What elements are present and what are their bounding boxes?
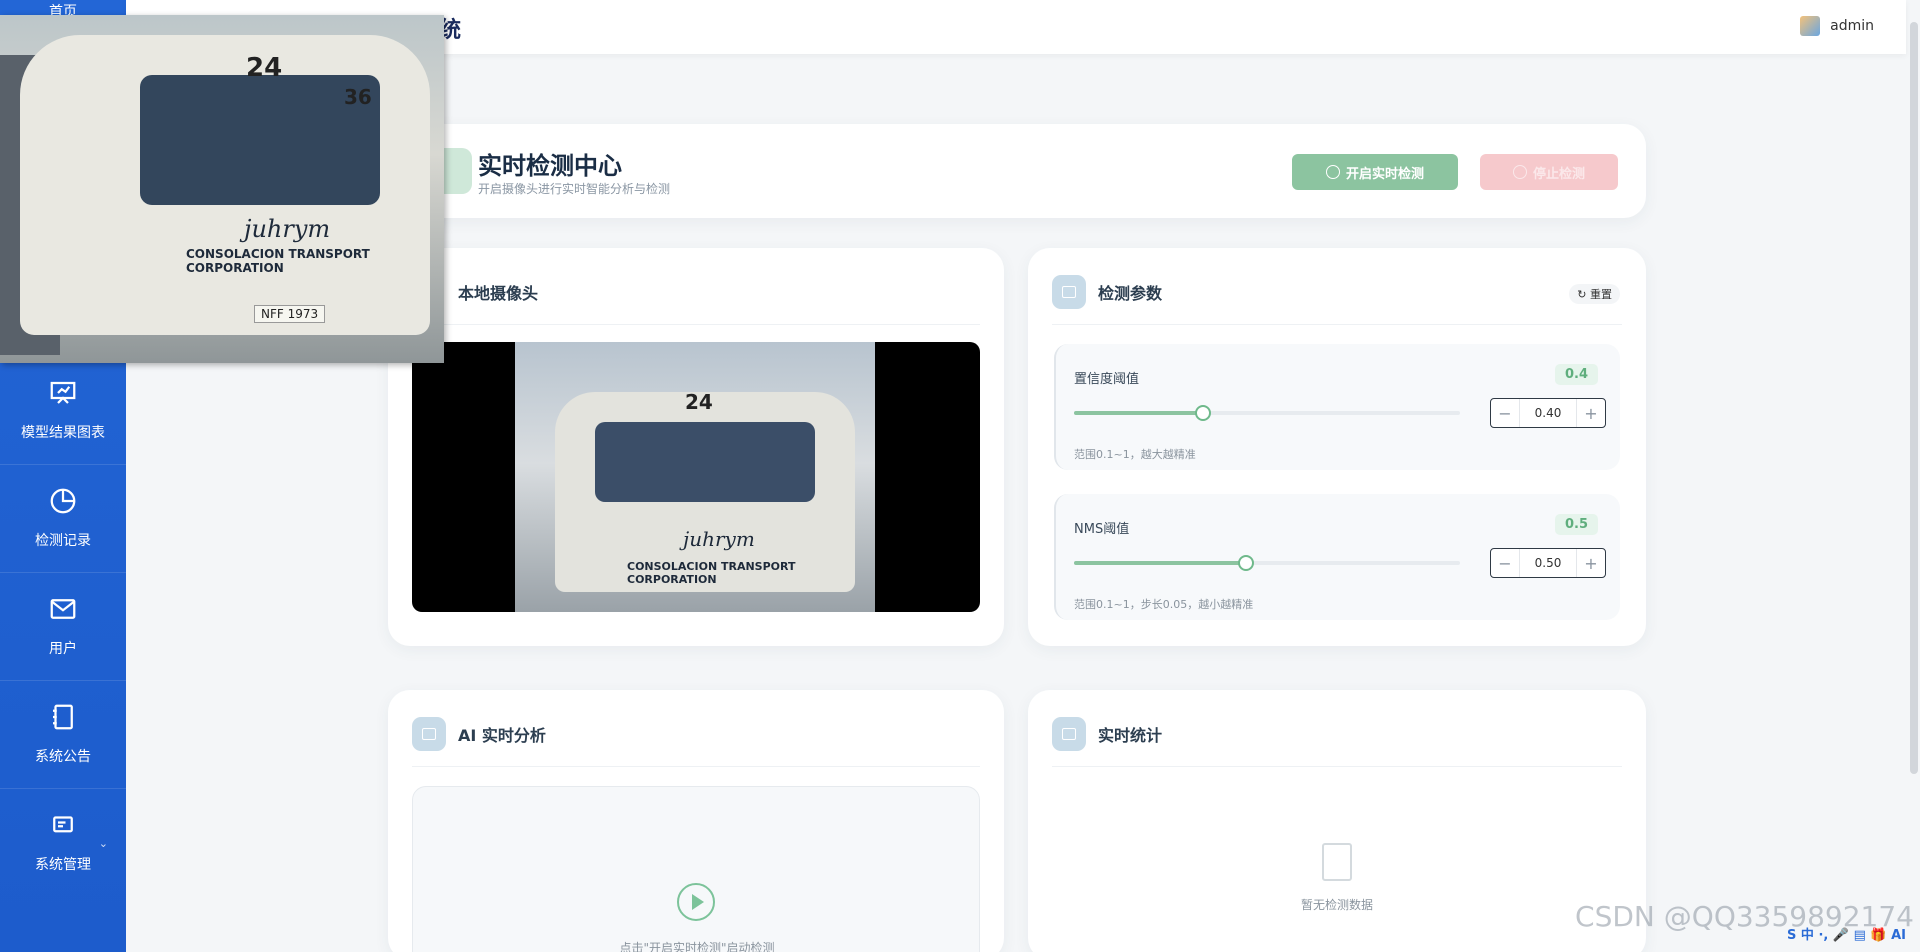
bus-number: 24 [685,390,713,414]
chat-icon [1052,717,1086,751]
sidebar-item-users[interactable]: 用户 [0,572,126,679]
sidebar-item-label: 系统管理 [35,857,91,873]
param-value-badge: 0.4 [1554,364,1598,385]
detection-params-card: 检测参数 ↻ 重置 置信度阈值 0.4 − 0.40 + 范围0.1~1，越大越… [1028,248,1646,646]
confidence-slider[interactable] [1074,405,1460,421]
param-label: 置信度阈值 [1074,372,1140,387]
minus-button[interactable]: − [1491,404,1519,423]
param-value-badge: 0.5 [1554,514,1598,535]
card-title: 检测参数 [1098,284,1163,303]
picture-in-picture-video[interactable]: 24 36 juhrym CONSOLACION TRANSPORT CORPO… [0,15,444,363]
card-header: AI 实时分析 [412,716,980,752]
mail-icon [50,599,76,619]
sidebar-item-system-admin[interactable]: 系统管理 ⌄ [0,788,126,895]
bus-brand: juhrym [683,527,755,551]
param-label: NMS阈值 [1074,522,1130,537]
avatar [1800,16,1821,36]
card-header: 检测参数 [1052,274,1622,310]
divider [412,766,980,767]
card-title: AI 实时分析 [458,726,546,745]
bus-windshield [595,422,815,502]
bus-corp: CONSOLACION TRANSPORT CORPORATION [627,560,796,586]
slider-fill [1074,561,1246,565]
start-detection-button[interactable]: 开启实时检测 [1292,154,1458,190]
param-hint: 范围0.1~1，步长0.05，越小越精准 [1074,598,1254,611]
settings-panel-icon [53,816,73,833]
sidebar-item-detection-records[interactable]: 检测记录 [0,464,126,571]
bus-corp: CONSOLACION TRANSPORT CORPORATION [186,247,370,275]
sidebar-item-announcements[interactable]: 系统公告 [0,680,126,787]
card-header: 实时统计 [1052,716,1622,752]
presentation-chart-icon [50,381,76,404]
chevron-down-icon[interactable]: ⌄ [99,837,108,850]
document-icon [1322,843,1352,881]
pie-chart-icon [50,488,76,514]
divider [412,324,980,325]
play-circle-icon [1325,165,1340,179]
chat-icon [412,717,446,751]
ai-analysis-card: AI 实时分析 点击"开启实时检测"启动检测 [388,690,1004,952]
bus-route: 36 [344,85,372,109]
camera-frame: 24 juhrym CONSOLACION TRANSPORT CORPORAT… [515,342,875,612]
stop-circle-icon [1512,165,1527,179]
stop-detection-label: 停止检测 [1532,166,1585,182]
detection-center-banner: 实时检测中心 开启摄像头进行实时智能分析与检测 开启实时检测 停止检测 [420,124,1646,218]
license-plate: NFF 1973 [254,305,326,323]
param-hint: 范围0.1~1，越大越精准 [1074,448,1196,461]
local-camera-card: 本地摄像头 24 juhrym CONSOLACION TRANSPORT CO… [388,248,1004,646]
plus-button[interactable]: + [1577,404,1605,423]
camera-video[interactable]: 24 juhrym CONSOLACION TRANSPORT CORPORAT… [412,342,980,612]
minus-button[interactable]: − [1491,554,1519,573]
start-detection-label: 开启实时检测 [1345,166,1424,182]
notebook-icon [53,704,73,730]
banner-subtitle: 开启摄像头进行实时智能分析与检测 [478,182,671,196]
realtime-stats-card: 实时统计 暂无检测数据 [1028,690,1646,952]
divider [1052,766,1622,767]
bus-number: 24 [246,53,283,83]
sidebar-item-label: 模型结果图表 [21,425,105,441]
username: admin [1830,18,1874,34]
stop-detection-button[interactable]: 停止检测 [1480,154,1618,190]
play-icon[interactable] [677,883,715,921]
card-title: 本地摄像头 [458,284,539,303]
banner-title: 实时检测中心 [478,152,622,180]
confidence-stepper[interactable]: − 0.40 + [1490,398,1606,428]
sidebar-item-label: 检测记录 [35,533,91,549]
card-header: 本地摄像头 [412,274,980,310]
ime-tray[interactable]: S 中 ·, 🎤 ▤ 🎁 AI [1787,924,1906,943]
ai-hint: 点击"开启实时检测"启动检测 [619,941,775,952]
vertical-scrollbar[interactable] [1910,22,1918,774]
slider-thumb[interactable] [1237,555,1254,571]
sidebar-item-model-charts[interactable]: 模型结果图表 [0,356,126,463]
slider-thumb[interactable] [1194,405,1211,421]
reset-button[interactable]: ↻ 重置 [1569,284,1620,304]
stepper-value[interactable]: 0.50 [1519,549,1577,577]
card-title: 实时统计 [1098,726,1163,745]
gear-icon [1052,275,1086,309]
empty-state-text: 暂无检测数据 [1300,898,1373,912]
divider [1052,324,1622,325]
ai-panel: 点击"开启实时检测"启动检测 [412,786,980,952]
sidebar-item-label: 系统公告 [35,749,91,765]
slider-fill [1074,411,1203,415]
plus-button[interactable]: + [1577,554,1605,573]
sidebar-item-label: 用户 [49,641,77,657]
confidence-param: 置信度阈值 0.4 − 0.40 + 范围0.1~1，越大越精准 [1054,344,1620,470]
stepper-value[interactable]: 0.40 [1519,399,1577,427]
reset-label: 重置 [1590,288,1612,301]
nms-slider[interactable] [1074,555,1460,571]
bus-brand: juhrym [244,215,331,243]
nms-stepper[interactable]: − 0.50 + [1490,548,1606,578]
user-menu[interactable]: admin [1800,16,1874,36]
nms-param: NMS阈值 0.5 − 0.50 + 范围0.1~1，步长0.05，越小越精准 [1054,494,1620,620]
